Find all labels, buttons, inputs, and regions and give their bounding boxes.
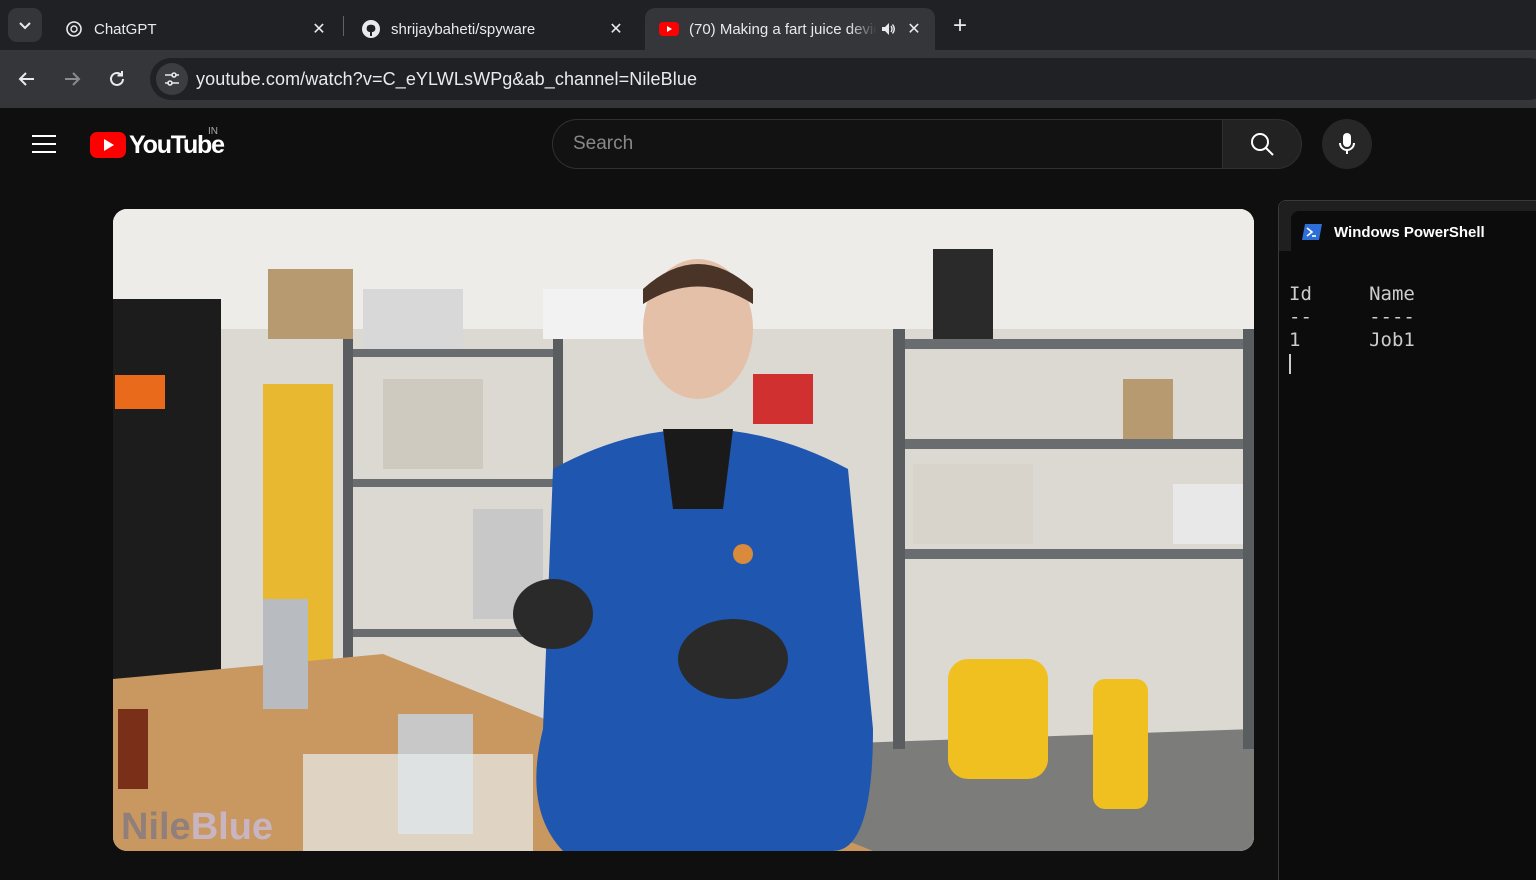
tune-icon xyxy=(165,72,179,86)
youtube-logo[interactable]: YouTube xyxy=(90,130,225,160)
tab-divider xyxy=(343,16,344,36)
search-input[interactable] xyxy=(573,133,1173,155)
tab-title: (70) Making a fart juice device xyxy=(689,20,877,38)
powershell-title: Windows PowerShell xyxy=(1334,223,1485,241)
powershell-window[interactable]: Windows PowerShell Id Name -- ---- 1 Job1 xyxy=(1278,200,1536,880)
search-box[interactable] xyxy=(552,119,1223,169)
video-player[interactable]: NileBlue xyxy=(113,209,1254,851)
search-icon xyxy=(1251,133,1274,156)
search-button[interactable] xyxy=(1222,119,1302,169)
powershell-icon xyxy=(1302,224,1322,240)
terminal-line: 1 Job1 xyxy=(1289,329,1415,351)
new-tab-button[interactable]: + xyxy=(946,12,974,40)
terminal-line: -- ---- xyxy=(1289,306,1415,328)
speaker-icon[interactable] xyxy=(877,18,899,40)
forward-button[interactable] xyxy=(55,62,89,96)
powershell-tab[interactable]: Windows PowerShell xyxy=(1291,211,1536,253)
close-tab-icon[interactable]: ✕ xyxy=(308,18,330,40)
youtube-icon xyxy=(659,19,679,39)
browser-toolbar: youtube.com/watch?v=C_eYLWLsWPg&ab_chann… xyxy=(0,50,1536,108)
url-text[interactable]: youtube.com/watch?v=C_eYLWLsWPg&ab_chann… xyxy=(196,69,697,90)
microphone-icon xyxy=(1339,133,1355,154)
arrow-right-icon xyxy=(65,72,81,86)
region-code: IN xyxy=(208,126,218,137)
tab-search-button[interactable] xyxy=(8,8,42,42)
reload-button[interactable] xyxy=(100,62,134,96)
chatgpt-icon xyxy=(64,19,84,39)
tab-chatgpt[interactable]: ChatGPT ✕ xyxy=(50,8,340,50)
chevron-down-icon xyxy=(19,22,31,30)
guide-menu-button[interactable] xyxy=(24,124,64,164)
site-info-button[interactable] xyxy=(156,63,188,95)
arrow-left-icon xyxy=(18,72,34,86)
tab-youtube[interactable]: (70) Making a fart juice device ✕ xyxy=(645,8,935,50)
video-frame xyxy=(113,209,1254,851)
terminal-output[interactable]: Id Name -- ---- 1 Job1 xyxy=(1289,283,1415,375)
tab-github[interactable]: shrijaybaheti/spyware ✕ xyxy=(347,8,637,50)
powershell-titlebar[interactable]: Windows PowerShell xyxy=(1279,201,1536,253)
github-icon xyxy=(361,19,381,39)
address-bar[interactable]: youtube.com/watch?v=C_eYLWLsWPg&ab_chann… xyxy=(150,58,1536,100)
tab-title: ChatGPT xyxy=(94,20,157,38)
youtube-play-logo-icon xyxy=(90,132,126,158)
hamburger-menu-icon xyxy=(32,135,56,153)
reload-icon xyxy=(110,71,124,86)
youtube-header: YouTube IN xyxy=(0,108,1536,180)
close-tab-icon[interactable]: ✕ xyxy=(903,18,925,40)
back-button[interactable] xyxy=(10,62,44,96)
warning-sign xyxy=(115,375,165,409)
voice-search-button[interactable] xyxy=(1322,119,1372,169)
close-tab-icon[interactable]: ✕ xyxy=(605,18,627,40)
tab-title: shrijaybaheti/spyware xyxy=(391,20,536,38)
terminal-line: Id Name xyxy=(1289,283,1415,305)
terminal-cursor xyxy=(1289,352,1415,375)
tab-strip: ChatGPT ✕ shrijaybaheti/spyware ✕ (70) M… xyxy=(0,0,1536,50)
channel-watermark: NileBlue xyxy=(121,806,274,848)
